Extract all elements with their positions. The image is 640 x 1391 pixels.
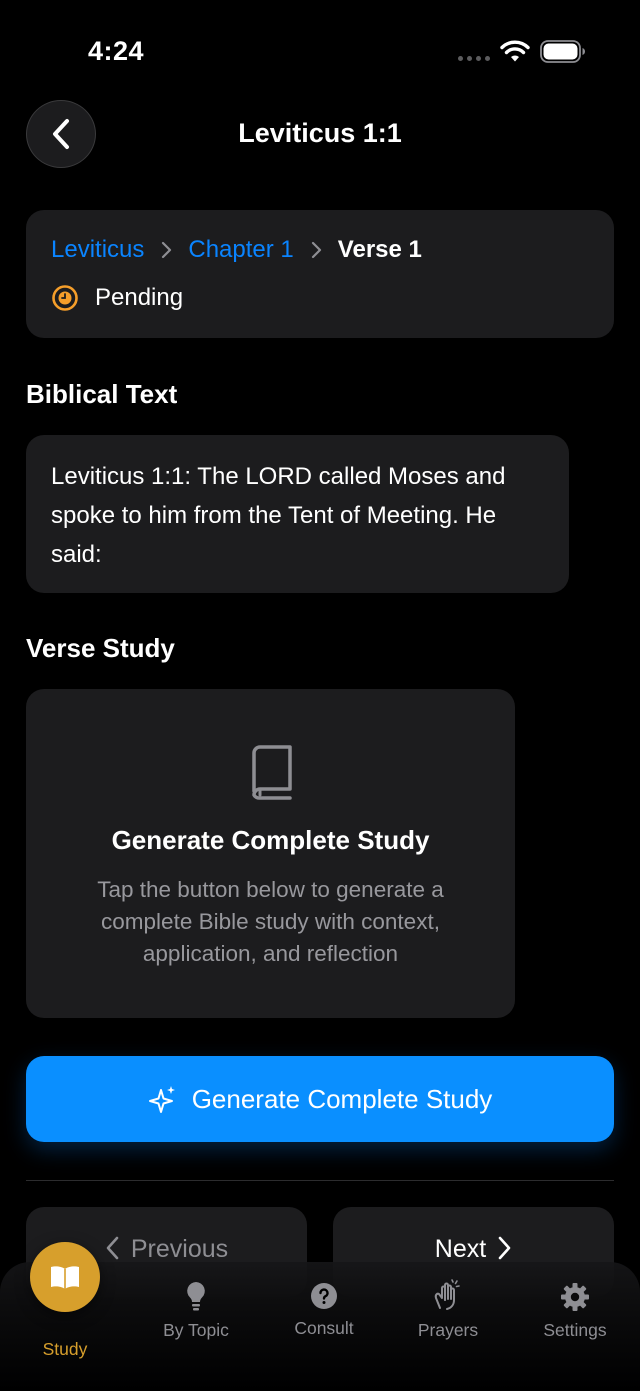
- tab-by-topic-label: By Topic: [163, 1320, 229, 1340]
- tab-settings[interactable]: Settings: [525, 1282, 625, 1341]
- tab-prayers[interactable]: Prayers: [398, 1278, 498, 1341]
- question-circle-icon: [311, 1283, 337, 1309]
- praying-hands-icon: [434, 1279, 460, 1310]
- biblical-text-heading: Biblical Text: [26, 379, 178, 409]
- generate-study-label: Generate Complete Study: [191, 1083, 493, 1114]
- status-badge: Pending: [51, 284, 183, 312]
- status-time: 4:24: [88, 36, 145, 66]
- generate-study-button[interactable]: Generate Complete Study: [26, 1056, 614, 1142]
- tab-study[interactable]: [30, 1242, 100, 1312]
- breadcrumb-chapter-link[interactable]: Chapter 1: [188, 236, 293, 264]
- gear-icon: [561, 1283, 589, 1311]
- breadcrumb-card: Leviticus Chapter 1 Verse 1 Pending: [26, 210, 614, 338]
- book-icon: [252, 745, 292, 800]
- study-description: Tap the button below to generate a compl…: [97, 877, 444, 966]
- tab-by-topic[interactable]: By Topic: [146, 1280, 246, 1341]
- tab-consult[interactable]: Consult: [274, 1282, 374, 1339]
- chevron-right-icon: [160, 241, 172, 259]
- book-open-icon: [51, 1266, 79, 1289]
- battery-icon: [540, 40, 585, 63]
- wifi-icon: [500, 40, 530, 62]
- sparkles-icon: [148, 1086, 175, 1113]
- chevron-left-icon: [106, 1236, 119, 1260]
- next-label: Next: [434, 1235, 487, 1263]
- chevron-right-icon: [498, 1236, 511, 1260]
- tab-settings-label: Settings: [543, 1320, 607, 1340]
- tab-study-label[interactable]: Study: [30, 1339, 100, 1360]
- tab-consult-label: Consult: [294, 1318, 354, 1338]
- status-label: Pending: [95, 284, 184, 311]
- verse-study-heading: Verse Study: [26, 633, 175, 663]
- chevron-right-icon: [310, 241, 322, 259]
- lightbulb-icon: [187, 1282, 205, 1311]
- study-placeholder-card: Generate Complete Study Tap the button b…: [26, 689, 515, 1018]
- breadcrumb-verse: Verse 1: [337, 236, 422, 263]
- verse-detail-screen: 4:24 Leviticus 1:1 Leviticus Chapter 1 V…: [0, 0, 640, 1391]
- verse-text: Leviticus 1:1: The LORD called Moses and…: [51, 463, 506, 568]
- previous-label: Previous: [130, 1235, 229, 1263]
- study-heading: Generate Complete Study: [111, 825, 430, 855]
- breadcrumb-book-link[interactable]: Leviticus: [51, 236, 144, 264]
- divider: [26, 1180, 614, 1181]
- tab-prayers-label: Prayers: [417, 1320, 479, 1340]
- signal-dots-icon: [458, 56, 490, 61]
- clock-icon: [52, 285, 78, 311]
- verse-text-card: Leviticus 1:1: The LORD called Moses and…: [26, 435, 569, 593]
- breadcrumb: Leviticus Chapter 1 Verse 1: [51, 236, 422, 264]
- page-title: Leviticus 1:1: [238, 118, 402, 148]
